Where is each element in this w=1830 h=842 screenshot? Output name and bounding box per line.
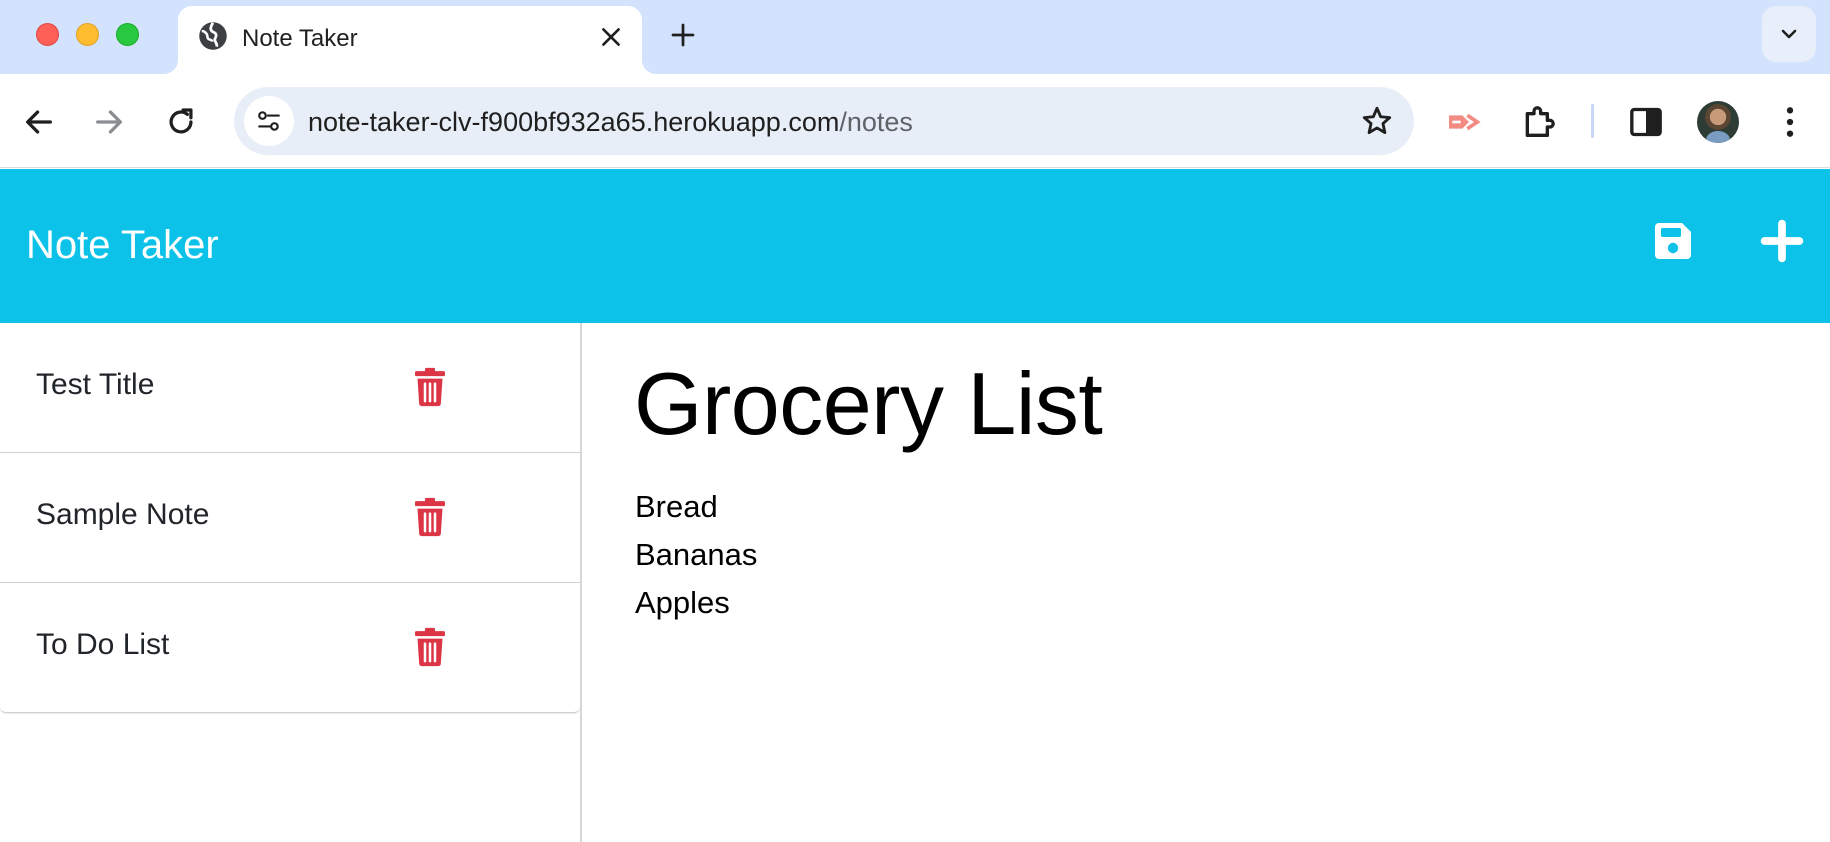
- forward-icon[interactable]: [92, 105, 126, 139]
- star-icon[interactable]: [1360, 104, 1394, 138]
- window-zoom-button[interactable]: [116, 23, 139, 46]
- site-settings-button[interactable]: [244, 96, 294, 146]
- browser-tab[interactable]: Note Taker: [178, 6, 642, 74]
- browser-tab-bar: Note Taker: [0, 0, 1830, 74]
- note-list-item[interactable]: Test Title: [0, 323, 580, 453]
- url-path: /notes: [839, 107, 913, 137]
- more-icon[interactable]: [1770, 102, 1810, 142]
- tab-title: Note Taker: [242, 25, 358, 52]
- note-editor: Grocery List Bread Bananas Apples: [584, 323, 1830, 842]
- url-host: note-taker-clv-f900bf932a65.herokuapp.co…: [308, 107, 840, 137]
- extensions-icon[interactable]: [1519, 102, 1559, 142]
- back-icon[interactable]: [22, 105, 56, 139]
- save-note-icon[interactable]: [1649, 217, 1697, 265]
- note-text-line: Bread: [635, 489, 718, 524]
- tab-search-button[interactable]: [1762, 6, 1816, 62]
- note-list-item[interactable]: Sample Note: [0, 453, 580, 583]
- globe-icon: [199, 22, 227, 50]
- app-navbar: Note Taker: [0, 169, 1830, 323]
- note-text-line: Bananas: [635, 537, 758, 572]
- note-text-area[interactable]: Bread Bananas Apples: [635, 483, 757, 627]
- toolbar-separator: [1591, 104, 1594, 138]
- note-item-title[interactable]: Test Title: [36, 368, 154, 402]
- close-icon[interactable]: [598, 24, 624, 50]
- side-panel-icon[interactable]: [1626, 102, 1666, 142]
- note-list-item[interactable]: To Do List: [0, 583, 580, 713]
- trash-icon[interactable]: [413, 497, 447, 537]
- window-minimize-button[interactable]: [76, 23, 99, 46]
- cast-icon[interactable]: [1444, 102, 1484, 142]
- chevron-down-icon: [1781, 29, 1797, 39]
- trash-icon[interactable]: [413, 627, 447, 667]
- note-list-panel: Test Title Sample Note To Do List: [0, 323, 582, 842]
- url-text: note-taker-clv-f900bf932a65.herokuapp.co…: [308, 107, 913, 138]
- reload-icon[interactable]: [164, 105, 198, 139]
- app-brand[interactable]: Note Taker: [26, 223, 219, 268]
- trash-icon[interactable]: [413, 367, 447, 407]
- note-list: Test Title Sample Note To Do List: [0, 323, 580, 713]
- address-bar[interactable]: note-taker-clv-f900bf932a65.herokuapp.co…: [234, 87, 1414, 155]
- window-close-button[interactable]: [36, 23, 59, 46]
- note-title-input[interactable]: Grocery List: [634, 353, 1103, 455]
- avatar[interactable]: [1697, 101, 1739, 143]
- note-text-line: Apples: [635, 585, 730, 620]
- note-item-title[interactable]: To Do List: [36, 628, 169, 662]
- plus-icon[interactable]: [668, 20, 698, 50]
- site-settings-icon: [258, 111, 280, 131]
- new-note-icon[interactable]: [1760, 219, 1804, 263]
- note-item-title[interactable]: Sample Note: [36, 498, 209, 532]
- browser-toolbar: note-taker-clv-f900bf932a65.herokuapp.co…: [0, 74, 1830, 168]
